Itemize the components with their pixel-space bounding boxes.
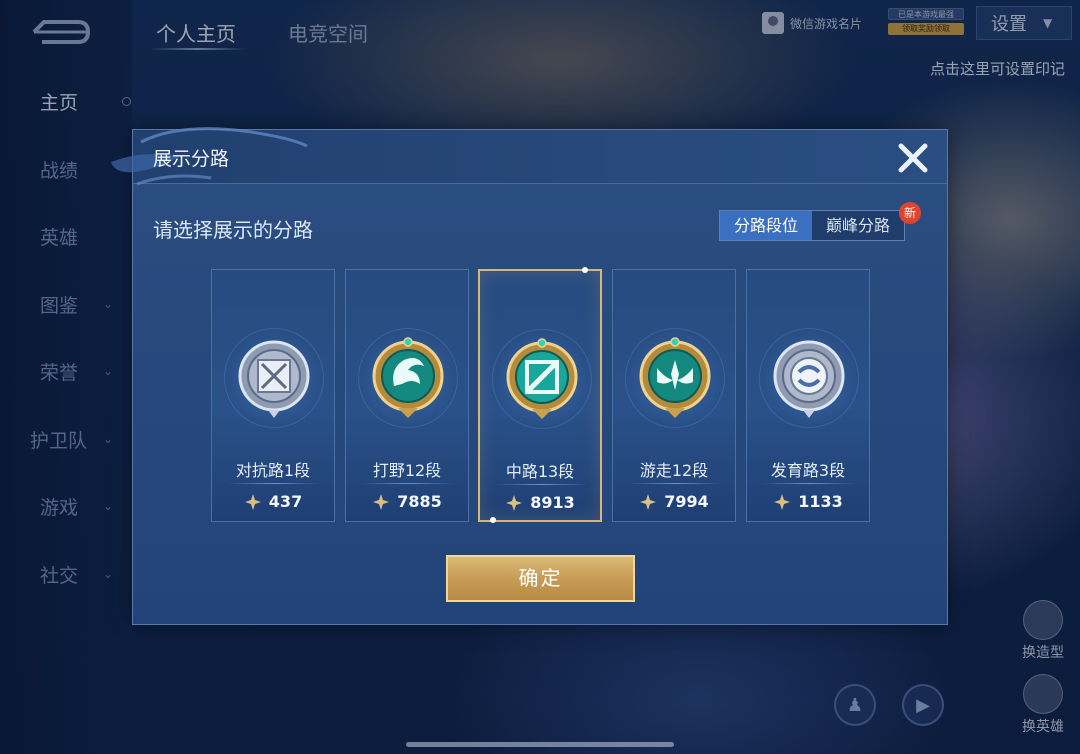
home-indicator <box>406 742 674 747</box>
star-points-icon <box>640 493 657 510</box>
lane-score: 7885 <box>346 492 468 511</box>
roam-emblem-icon <box>639 337 711 418</box>
lane-name: 中路13段 <box>505 462 575 481</box>
star-points-icon <box>244 493 261 510</box>
lane-card-mid[interactable]: 中路13段 8913 <box>478 267 602 523</box>
lane-name: 发育路3段 <box>770 461 846 480</box>
toggle-peak-lane[interactable]: 巅峰分路 <box>812 211 905 240</box>
lane-display-dialog: 展示分路 请选择展示的分路 分路段位 巅峰分路 新 对抗路1段 437 打野12… <box>111 127 948 625</box>
lane-card-clash[interactable]: 对抗路1段 437 <box>211 269 335 522</box>
toggle-lane-rank[interactable]: 分路段位 <box>720 211 813 240</box>
dialog-title: 展示分路 <box>153 148 230 170</box>
lane-score: 1133 <box>747 492 869 511</box>
close-icon[interactable] <box>893 138 933 178</box>
confirm-button[interactable]: 确定 <box>446 555 635 602</box>
lane-name: 打野12段 <box>372 461 442 480</box>
lane-card-farm[interactable]: 发育路3段 1133 <box>746 269 870 522</box>
clash-lane-emblem-icon <box>238 340 310 418</box>
lane-score-value: 1133 <box>798 492 843 511</box>
lane-name: 对抗路1段 <box>235 461 311 480</box>
lane-score: 8913 <box>480 493 600 512</box>
lane-score: 7994 <box>613 492 735 511</box>
lane-score-value: 437 <box>268 492 303 511</box>
lane-score-value: 7994 <box>664 492 709 511</box>
lane-card-roam[interactable]: 游走12段 7994 <box>612 269 736 522</box>
lane-card-jungle[interactable]: 打野12段 7885 <box>345 269 469 522</box>
lane-name: 游走12段 <box>639 461 709 480</box>
lane-score: 437 <box>212 492 334 511</box>
lane-score-value: 8913 <box>530 493 575 512</box>
card-divider <box>362 483 454 484</box>
star-points-icon <box>373 493 390 510</box>
dialog-subtitle: 请选择展示的分路 <box>153 218 313 242</box>
card-divider <box>228 483 320 484</box>
jungle-emblem-icon <box>372 337 444 418</box>
card-divider <box>629 483 721 484</box>
star-points-icon <box>774 493 791 510</box>
farm-lane-emblem-icon <box>773 340 845 418</box>
card-divider <box>496 484 588 485</box>
card-divider <box>763 483 855 484</box>
star-points-icon <box>506 494 523 511</box>
selection-corner-dot <box>582 267 588 273</box>
rank-mode-toggle: 分路段位 巅峰分路 <box>719 210 906 241</box>
mid-lane-emblem-icon <box>506 338 578 419</box>
new-badge: 新 <box>899 202 921 224</box>
selection-corner-dot <box>490 517 496 523</box>
lane-score-value: 7885 <box>397 492 442 511</box>
